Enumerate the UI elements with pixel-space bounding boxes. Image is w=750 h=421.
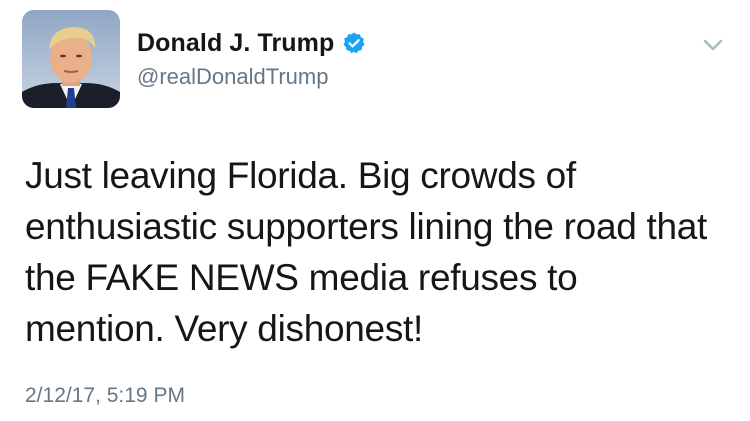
- user-handle[interactable]: @realDonaldTrump: [137, 64, 366, 90]
- verified-badge-icon: [342, 31, 366, 55]
- name-row: Donald J. Trump: [137, 24, 366, 62]
- display-name[interactable]: Donald J. Trump: [137, 29, 334, 58]
- chevron-down-icon[interactable]: [698, 30, 728, 60]
- tweet-timestamp[interactable]: 2/12/17, 5:19 PM: [25, 384, 185, 408]
- tweet-text: Just leaving Florida. Big crowds of enth…: [25, 155, 707, 349]
- tweet-header: Donald J. Trump @realDonaldTrump: [137, 24, 366, 90]
- tweet-card: Donald J. Trump @realDonaldTrump Just le…: [0, 0, 750, 421]
- avatar-image: [22, 10, 120, 108]
- avatar[interactable]: [22, 10, 120, 108]
